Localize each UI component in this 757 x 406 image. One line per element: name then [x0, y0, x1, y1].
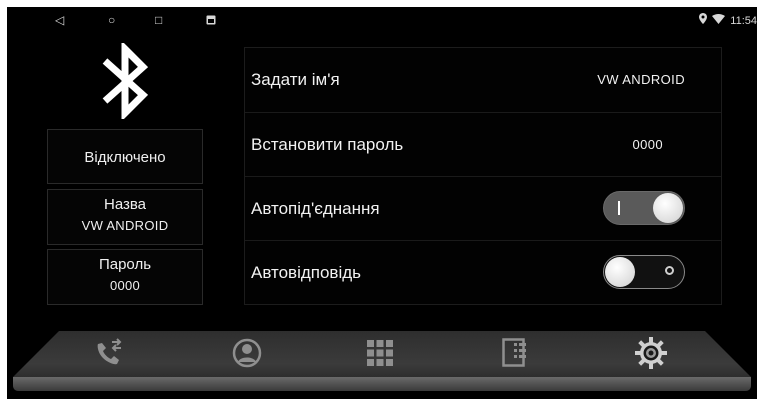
contacts-icon[interactable]: [229, 335, 265, 371]
set-name-row[interactable]: Задати ім'я VW ANDROID: [245, 48, 721, 112]
device-name-value: VW ANDROID: [81, 218, 169, 233]
dialpad-icon[interactable]: [362, 335, 398, 371]
call-transfer-icon[interactable]: [91, 335, 127, 371]
clock: 11:54: [730, 15, 757, 27]
home-nav-icon[interactable]: ○: [108, 13, 115, 27]
set-password-row[interactable]: Встановити пароль 0000: [245, 112, 721, 177]
status-bar: ◁ ○ □ 11:54: [7, 7, 757, 35]
connection-status: Відключено: [84, 149, 166, 166]
device-name-title: Назва: [103, 196, 147, 213]
location-icon: [699, 13, 708, 29]
bluetooth-icon: [102, 43, 149, 119]
set-password-value: 0000: [632, 137, 663, 152]
toggle-knob: [605, 257, 635, 287]
toggle-off-mark: [665, 266, 674, 275]
connection-status-box: Відключено: [47, 129, 203, 184]
auto-connect-toggle[interactable]: [603, 191, 685, 225]
bluetooth-settings-list: Задати ім'я VW ANDROID Встановити пароль…: [244, 47, 722, 305]
set-password-label: Встановити пароль: [251, 135, 404, 154]
pin-value: 0000: [109, 278, 141, 293]
back-nav-icon[interactable]: ◁: [55, 13, 64, 27]
recent-apps-icon[interactable]: □: [155, 13, 162, 27]
auto-connect-row: Автопід'єднання: [245, 176, 721, 241]
auto-answer-toggle[interactable]: [603, 255, 685, 289]
auto-answer-row: Автовідповідь: [245, 240, 721, 305]
pin-title: Пароль: [98, 256, 152, 273]
app-screen: ◁ ○ □ 11:54 Відключено Назва VW ANDROID …: [7, 7, 757, 399]
auto-connect-label: Автопід'єднання: [251, 199, 380, 218]
toggle-knob: [653, 193, 683, 223]
call-log-icon[interactable]: [497, 335, 533, 371]
toggle-on-mark: [618, 201, 620, 215]
bottom-dock: [7, 325, 757, 399]
settings-gear-icon[interactable]: [633, 335, 669, 371]
pin-box: Пароль 0000: [47, 249, 203, 305]
auto-answer-label: Автовідповідь: [251, 263, 362, 282]
set-name-value: VW ANDROID: [597, 72, 685, 87]
set-name-label: Задати ім'я: [251, 70, 340, 89]
device-name-box: Назва VW ANDROID: [47, 189, 203, 245]
notification-icon: [206, 14, 216, 28]
status-icons: 11:54: [699, 13, 757, 29]
wifi-icon: [712, 13, 726, 29]
